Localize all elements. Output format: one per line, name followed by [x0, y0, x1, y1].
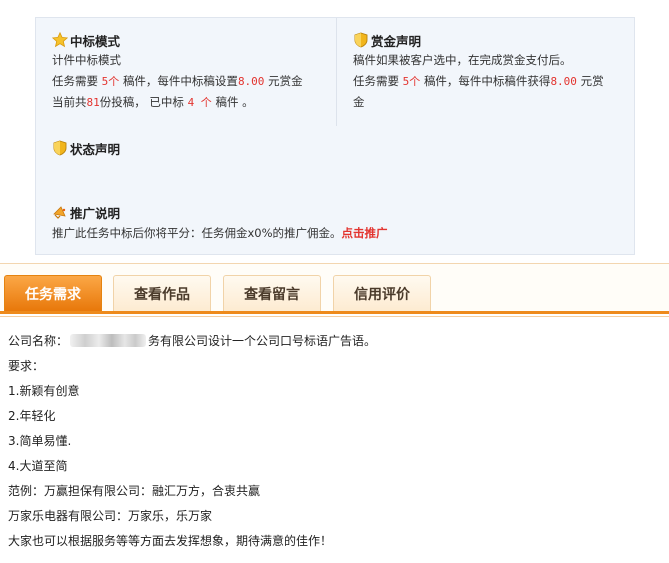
status-statement-heading: 状态声明 [52, 139, 120, 157]
required-count: 5个 [101, 75, 120, 88]
bid-mode-type: 计件中标模式 [52, 53, 121, 67]
tab-task-requirements[interactable]: 任务需求 [4, 275, 102, 311]
reward-amount: 8.00 [237, 75, 265, 88]
reward-statement-section: 赏金声明 稿件如果被客户选中，在完成赏金支付后。 任务需要 5个 稿件，每件中标… [353, 31, 604, 113]
task-info-panel: 中标模式 计件中标模式 任务需要 5个 稿件，每件中标稿设置8.00 元赏金 当… [35, 17, 635, 255]
requirement-item: 1.新颖有创意 [8, 384, 80, 398]
total-submissions: 81 [86, 96, 100, 109]
promotion-heading: 推广说明 [52, 203, 388, 221]
tab-underline [0, 311, 669, 314]
status-statement-section: 状态声明 [52, 139, 120, 157]
star-icon [52, 32, 68, 48]
bid-mode-section: 中标模式 计件中标模式 任务需要 5个 稿件，每件中标稿设置8.00 元赏金 当… [52, 31, 303, 113]
column-divider [336, 18, 337, 126]
reward-statement-line3: 金 [353, 95, 365, 109]
reward-per-item: 8.00 [550, 75, 577, 88]
reward-statement-title: 赏金声明 [371, 33, 422, 49]
tab-view-comments[interactable]: 查看留言 [223, 275, 321, 311]
bid-mode-progress: 当前共81份投稿， 已中标 4 个 稿件 。 [52, 95, 254, 109]
bid-mode-heading: 中标模式 [52, 31, 303, 49]
tab-underline-secondary [0, 316, 669, 317]
bid-mode-title: 中标模式 [70, 33, 121, 49]
status-statement-title: 状态声明 [70, 141, 121, 157]
promotion-text: 推广此任务中标后你将平分：任务佣金x0%的推广佣金。点击推广 [52, 226, 388, 240]
example-line: 范例：万赢担保有限公司：融汇万方，合衷共赢 [8, 484, 261, 498]
requirement-item: 4.大道至简 [8, 459, 68, 473]
example-line: 万家乐电器有限公司：万家乐，乐万家 [8, 509, 213, 523]
promotion-title: 推广说明 [70, 205, 121, 221]
requirement-item: 3.简单易懂. [8, 434, 72, 448]
requirements-label: 要求： [8, 359, 45, 373]
shield-icon [354, 32, 368, 48]
reward-statement-line1: 稿件如果被客户选中，在完成赏金支付后。 [353, 53, 572, 67]
requirement-item: 2.年轻化 [8, 409, 56, 423]
tab-view-works[interactable]: 查看作品 [113, 275, 211, 311]
megaphone-icon [53, 206, 66, 219]
redacted-company-name [70, 334, 147, 347]
bid-mode-requirement: 任务需要 5个 稿件，每件中标稿设置8.00 元赏金 [52, 74, 303, 88]
reward-required-count: 5个 [402, 75, 421, 88]
reward-statement-heading: 赏金声明 [353, 31, 604, 49]
click-promote-link[interactable]: 点击推广 [342, 226, 388, 240]
won-count: 4 个 [187, 96, 212, 109]
reward-statement-line2: 任务需要 5个 稿件，每件中标稿件获得8.00 元赏 [353, 74, 604, 88]
promotion-section: 推广说明 推广此任务中标后你将平分：任务佣金x0%的推广佣金。点击推广 [52, 203, 388, 244]
closing-line: 大家也可以根据服务等等方面去发挥想象，期待满意的佳作！ [8, 534, 333, 548]
task-description: 公司名称： 务有限公司设计一个公司口号标语广告语。 要求： 1.新颖有创意 2.年… [8, 333, 663, 558]
company-line: 公司名称： 务有限公司设计一个公司口号标语广告语。 [8, 334, 377, 348]
shield-icon [53, 140, 67, 156]
tab-credit-rating[interactable]: 信用评价 [333, 275, 431, 311]
